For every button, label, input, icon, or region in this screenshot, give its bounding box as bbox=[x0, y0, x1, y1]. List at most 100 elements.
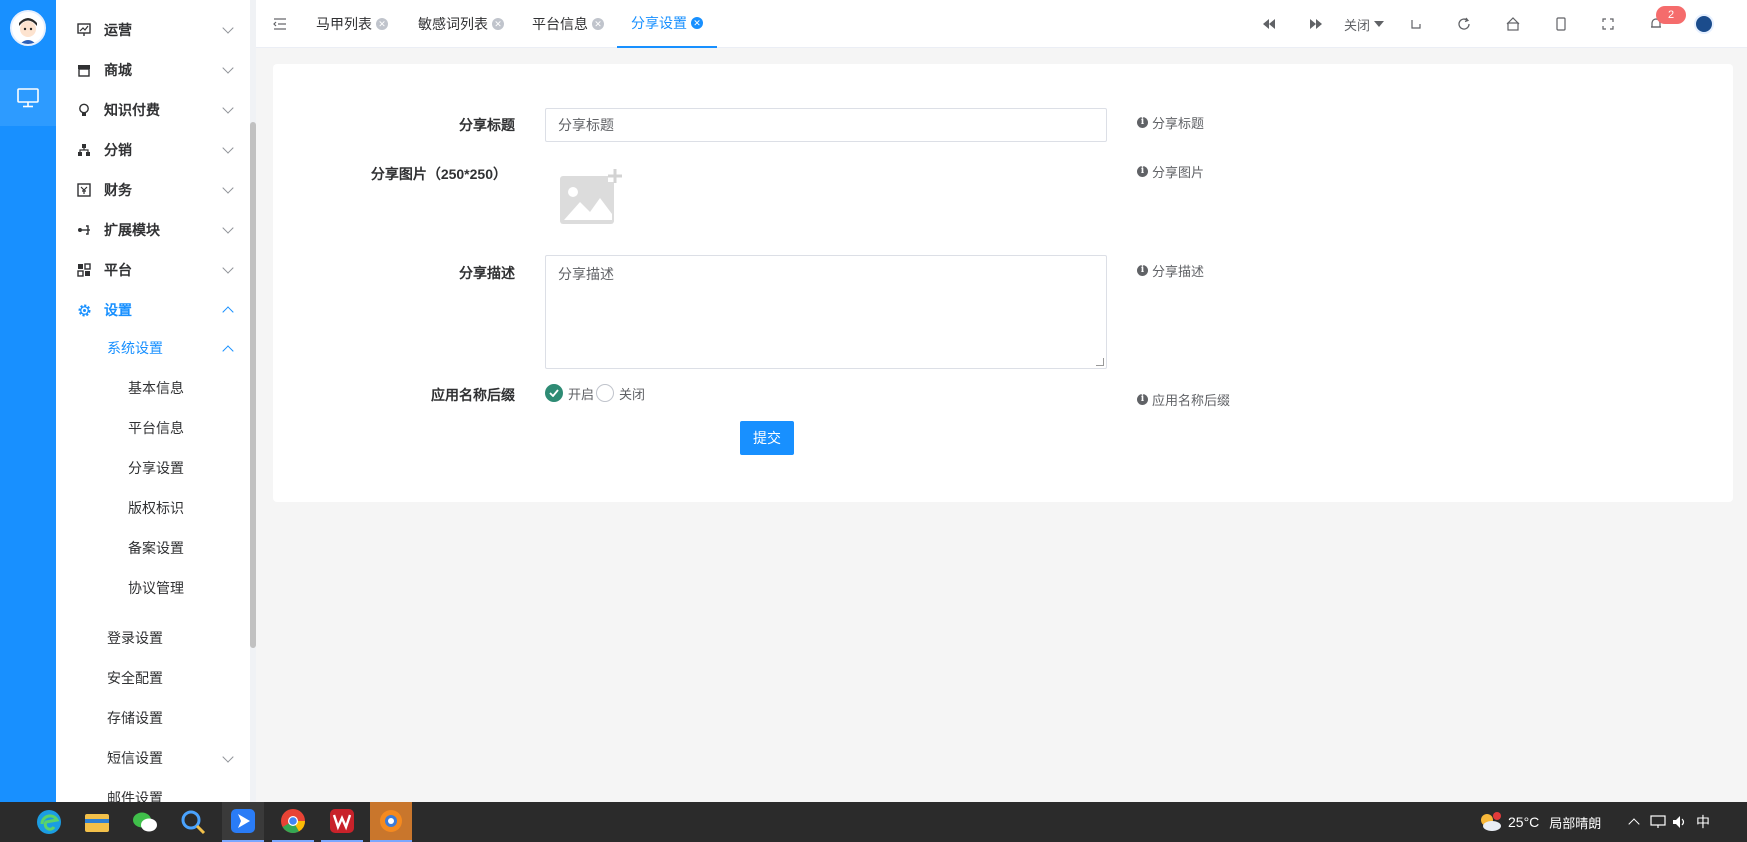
platform-icon bbox=[76, 262, 92, 278]
return-icon[interactable] bbox=[1406, 14, 1426, 34]
tab-sensitive-words[interactable]: 敏感词列表 ✕ bbox=[418, 0, 504, 48]
menu-label: 扩展模块 bbox=[104, 222, 160, 238]
tray-expand-icon[interactable] bbox=[1628, 818, 1640, 830]
chevron-down-icon bbox=[222, 182, 234, 194]
tab-label: 马甲列表 bbox=[316, 16, 372, 32]
radio-off-label[interactable]: 关闭 bbox=[619, 384, 645, 403]
fullscreen-icon[interactable] bbox=[1598, 14, 1618, 34]
leaf-basic-info[interactable]: 基本信息 bbox=[56, 368, 250, 408]
wps-app[interactable] bbox=[321, 802, 363, 842]
radio-on[interactable] bbox=[545, 384, 563, 402]
submenu-label: 系统设置 bbox=[107, 340, 163, 356]
submenu-system-settings[interactable]: 系统设置 bbox=[56, 328, 250, 368]
chevron-down-icon bbox=[222, 751, 234, 763]
mobile-preview-icon[interactable] bbox=[1551, 14, 1571, 34]
tab-close-icon[interactable]: ✕ bbox=[592, 18, 604, 30]
leaf-share-settings[interactable]: 分享设置 bbox=[56, 448, 250, 488]
monitor-icon bbox=[17, 88, 39, 108]
share-title-value: 分享标题 bbox=[558, 117, 614, 133]
admin-avatar[interactable] bbox=[10, 10, 46, 46]
share-title-input[interactable]: 分享标题 bbox=[545, 108, 1107, 142]
tab-close-icon[interactable]: ✕ bbox=[376, 18, 388, 30]
submenu-email[interactable]: 邮件设置 bbox=[56, 778, 250, 802]
menu-knowledge-pay[interactable]: 知识付费 bbox=[56, 90, 250, 130]
os-taskbar: 25°C 局部晴朗 中 bbox=[0, 802, 1747, 842]
share-image-upload[interactable] bbox=[558, 168, 624, 228]
sidebar: 运营 商城 知识付费 分销 财务 扩展模块 平台 设置 系统设置 基本信息 平台… bbox=[56, 0, 250, 802]
leaf-label: 版权标识 bbox=[128, 500, 184, 516]
menu-settings[interactable]: 设置 bbox=[56, 290, 250, 330]
wechat-app[interactable] bbox=[124, 802, 166, 842]
browser-active-app[interactable] bbox=[370, 802, 412, 842]
menu-label: 设置 bbox=[104, 302, 132, 318]
app-suffix-help: i 应用名称后缀 bbox=[1137, 390, 1230, 409]
submit-button[interactable]: 提交 bbox=[740, 421, 794, 455]
org-tree-icon bbox=[76, 142, 92, 158]
tab-share-settings[interactable]: 分享设置 ✕ bbox=[617, 0, 717, 48]
menu-label: 商城 bbox=[104, 62, 132, 78]
info-icon: i bbox=[1137, 394, 1148, 405]
menu-mall[interactable]: 商城 bbox=[56, 50, 250, 90]
leaf-label: 基本信息 bbox=[128, 380, 184, 396]
messenger-icon bbox=[231, 809, 255, 833]
weather-widget[interactable]: 25°C 局部晴朗 bbox=[1478, 802, 1601, 842]
refresh-icon[interactable] bbox=[1454, 14, 1474, 34]
leaf-agreements[interactable]: 协议管理 bbox=[56, 568, 250, 608]
browser-icon bbox=[380, 810, 402, 832]
submenu-label: 存储设置 bbox=[107, 710, 163, 726]
menu-label: 平台 bbox=[104, 262, 132, 278]
menu-extensions[interactable]: 扩展模块 bbox=[56, 210, 250, 250]
app-suffix-label: 应用名称后缀 bbox=[431, 387, 515, 403]
collapse-menu-icon[interactable] bbox=[270, 14, 290, 34]
caret-down-icon bbox=[1374, 21, 1385, 27]
share-image-help: i 分享图片 bbox=[1137, 162, 1204, 181]
radio-on-label[interactable]: 开启 bbox=[568, 384, 594, 403]
menu-operations[interactable]: 运营 bbox=[56, 10, 250, 50]
leaf-copyright[interactable]: 版权标识 bbox=[56, 488, 250, 528]
feishu-app[interactable] bbox=[222, 802, 264, 842]
submenu-storage[interactable]: 存储设置 bbox=[56, 698, 250, 738]
system-tray: 中 bbox=[1628, 802, 1710, 842]
finance-icon bbox=[76, 182, 92, 198]
share-title-help: i 分享标题 bbox=[1137, 113, 1204, 132]
tab-close-icon[interactable]: ✕ bbox=[492, 18, 504, 30]
chevron-up-icon bbox=[222, 306, 234, 318]
chevron-down-icon bbox=[222, 22, 234, 34]
wechat-icon bbox=[133, 812, 157, 832]
lightbulb-icon bbox=[76, 102, 92, 118]
desktop-module-button[interactable] bbox=[0, 70, 56, 126]
submenu-security[interactable]: 安全配置 bbox=[56, 658, 250, 698]
home-icon[interactable] bbox=[1503, 14, 1523, 34]
scroll-tabs-left-icon[interactable] bbox=[1259, 14, 1279, 34]
close-tabs-dropdown[interactable]: 关闭 bbox=[1344, 14, 1385, 34]
user-avatar[interactable] bbox=[1694, 14, 1714, 34]
volume-icon[interactable] bbox=[1672, 815, 1688, 829]
leaf-platform-info[interactable]: 平台信息 bbox=[56, 408, 250, 448]
info-icon: i bbox=[1137, 265, 1148, 276]
ime-indicator[interactable]: 中 bbox=[1696, 812, 1710, 832]
share-desc-value: 分享描述 bbox=[558, 266, 614, 282]
menu-distribution[interactable]: 分销 bbox=[56, 130, 250, 170]
share-desc-textarea[interactable]: 分享描述 bbox=[545, 255, 1107, 369]
tab-close-icon[interactable]: ✕ bbox=[691, 17, 703, 29]
weather-partly-sunny-icon bbox=[1481, 812, 1501, 831]
leaf-icp-settings[interactable]: 备案设置 bbox=[56, 528, 250, 568]
search-app[interactable] bbox=[172, 802, 214, 842]
extension-icon bbox=[76, 222, 92, 238]
search-app-icon bbox=[181, 810, 206, 835]
menu-platform[interactable]: 平台 bbox=[56, 250, 250, 290]
submenu-label: 登录设置 bbox=[107, 630, 163, 646]
edge-browser-app[interactable] bbox=[28, 802, 70, 842]
network-icon[interactable] bbox=[1650, 815, 1666, 829]
tab-platform-info[interactable]: 平台信息 ✕ bbox=[532, 0, 604, 48]
radio-off[interactable] bbox=[596, 384, 615, 402]
menu-finance[interactable]: 财务 bbox=[56, 170, 250, 210]
resize-handle-icon[interactable] bbox=[1096, 358, 1104, 366]
tab-vest-list[interactable]: 马甲列表 ✕ bbox=[316, 0, 388, 48]
file-explorer-app[interactable] bbox=[76, 802, 118, 842]
chrome-app[interactable] bbox=[272, 802, 314, 842]
edge-icon bbox=[37, 810, 61, 834]
scroll-tabs-right-icon[interactable] bbox=[1306, 14, 1326, 34]
submenu-login-settings[interactable]: 登录设置 bbox=[56, 618, 250, 658]
submenu-sms[interactable]: 短信设置 bbox=[56, 738, 250, 778]
